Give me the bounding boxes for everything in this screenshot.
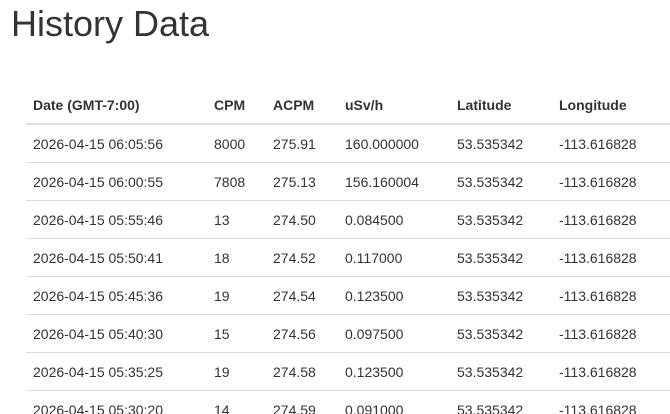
cell-latitude: 53.535342 bbox=[450, 162, 552, 201]
cell-acpm: 275.91 bbox=[266, 123, 338, 163]
cell-acpm: 274.50 bbox=[266, 200, 338, 239]
cell-acpm: 274.58 bbox=[266, 352, 338, 391]
cell-cpm: 8000 bbox=[207, 123, 266, 163]
cell-cpm: 7808 bbox=[207, 162, 266, 201]
table-body: 2026-04-15 06:05:56 8000 275.91 160.0000… bbox=[26, 123, 670, 414]
cell-date: 2026-04-15 05:45:36 bbox=[26, 276, 207, 315]
cell-usv: 0.123500 bbox=[338, 276, 450, 315]
history-page: History Data Date (GMT-7:00) CPM ACPM uS… bbox=[0, 0, 670, 414]
cell-date: 2026-04-15 06:05:56 bbox=[26, 123, 207, 163]
cell-latitude: 53.535342 bbox=[450, 314, 552, 353]
cell-usv: 0.084500 bbox=[338, 200, 450, 239]
column-header-date: Date (GMT-7:00) bbox=[26, 87, 207, 125]
cell-longitude: -113.616828 bbox=[552, 238, 670, 277]
table-row: 2026-04-15 06:00:55 7808 275.13 156.1600… bbox=[26, 162, 670, 201]
table-header-row: Date (GMT-7:00) CPM ACPM uSv/h Latitude … bbox=[26, 87, 670, 125]
cell-latitude: 53.535342 bbox=[450, 200, 552, 239]
table-row: 2026-04-15 05:40:30 15 274.56 0.097500 5… bbox=[26, 314, 670, 353]
cell-usv: 156.160004 bbox=[338, 162, 450, 201]
cell-usv: 160.000000 bbox=[338, 123, 450, 163]
history-table-container: Date (GMT-7:00) CPM ACPM uSv/h Latitude … bbox=[26, 87, 670, 414]
cell-date: 2026-04-15 05:50:41 bbox=[26, 238, 207, 277]
cell-longitude: -113.616828 bbox=[552, 390, 670, 414]
cell-cpm: 19 bbox=[207, 352, 266, 391]
cell-latitude: 53.535342 bbox=[450, 276, 552, 315]
column-header-acpm: ACPM bbox=[266, 87, 338, 125]
cell-date: 2026-04-15 05:30:20 bbox=[26, 390, 207, 414]
cell-latitude: 53.535342 bbox=[450, 390, 552, 414]
cell-usv: 0.091000 bbox=[338, 390, 450, 414]
cell-longitude: -113.616828 bbox=[552, 276, 670, 315]
cell-acpm: 274.54 bbox=[266, 276, 338, 315]
cell-acpm: 274.59 bbox=[266, 390, 338, 414]
cell-usv: 0.123500 bbox=[338, 352, 450, 391]
cell-cpm: 15 bbox=[207, 314, 266, 353]
column-header-latitude: Latitude bbox=[450, 87, 552, 125]
cell-latitude: 53.535342 bbox=[450, 352, 552, 391]
column-header-usv: uSv/h bbox=[338, 87, 450, 125]
cell-usv: 0.117000 bbox=[338, 238, 450, 277]
cell-longitude: -113.616828 bbox=[552, 162, 670, 201]
cell-usv: 0.097500 bbox=[338, 314, 450, 353]
history-table: Date (GMT-7:00) CPM ACPM uSv/h Latitude … bbox=[26, 87, 670, 414]
table-header: Date (GMT-7:00) CPM ACPM uSv/h Latitude … bbox=[26, 87, 670, 125]
cell-longitude: -113.616828 bbox=[552, 352, 670, 391]
table-row: 2026-04-15 06:05:56 8000 275.91 160.0000… bbox=[26, 123, 670, 163]
cell-date: 2026-04-15 05:35:25 bbox=[26, 352, 207, 391]
cell-longitude: -113.616828 bbox=[552, 123, 670, 163]
cell-date: 2026-04-15 05:55:46 bbox=[26, 200, 207, 239]
table-row: 2026-04-15 05:45:36 19 274.54 0.123500 5… bbox=[26, 276, 670, 315]
cell-latitude: 53.535342 bbox=[450, 238, 552, 277]
table-row: 2026-04-15 05:30:20 14 274.59 0.091000 5… bbox=[26, 390, 670, 414]
cell-acpm: 274.52 bbox=[266, 238, 338, 277]
cell-cpm: 18 bbox=[207, 238, 266, 277]
table-row: 2026-04-15 05:50:41 18 274.52 0.117000 5… bbox=[26, 238, 670, 277]
page-title: History Data bbox=[11, 3, 210, 44]
column-header-cpm: CPM bbox=[207, 87, 266, 125]
cell-date: 2026-04-15 05:40:30 bbox=[26, 314, 207, 353]
cell-cpm: 19 bbox=[207, 276, 266, 315]
cell-cpm: 13 bbox=[207, 200, 266, 239]
table-row: 2026-04-15 05:55:46 13 274.50 0.084500 5… bbox=[26, 200, 670, 239]
cell-cpm: 14 bbox=[207, 390, 266, 414]
cell-longitude: -113.616828 bbox=[552, 200, 670, 239]
cell-acpm: 275.13 bbox=[266, 162, 338, 201]
table-row: 2026-04-15 05:35:25 19 274.58 0.123500 5… bbox=[26, 352, 670, 391]
column-header-longitude: Longitude bbox=[552, 87, 670, 125]
cell-longitude: -113.616828 bbox=[552, 314, 670, 353]
cell-acpm: 274.56 bbox=[266, 314, 338, 353]
cell-latitude: 53.535342 bbox=[450, 123, 552, 163]
cell-date: 2026-04-15 06:00:55 bbox=[26, 162, 207, 201]
